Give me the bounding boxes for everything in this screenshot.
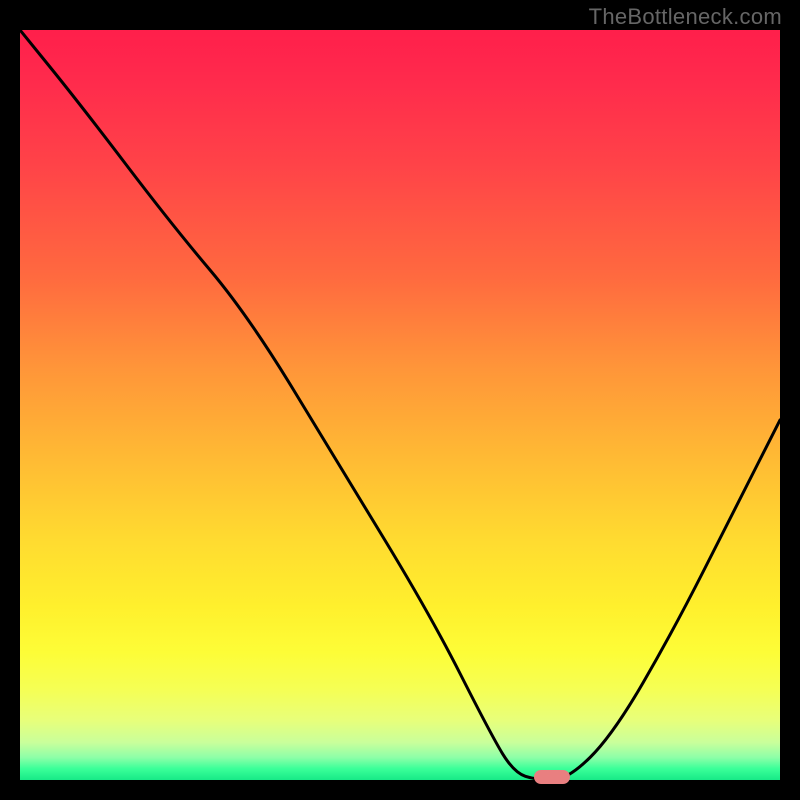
chart-frame: TheBottleneck.com (0, 0, 800, 800)
bottleneck-curve (20, 30, 780, 780)
watermark-text: TheBottleneck.com (589, 4, 782, 30)
plot-area (20, 30, 780, 780)
optimum-marker (534, 770, 570, 784)
